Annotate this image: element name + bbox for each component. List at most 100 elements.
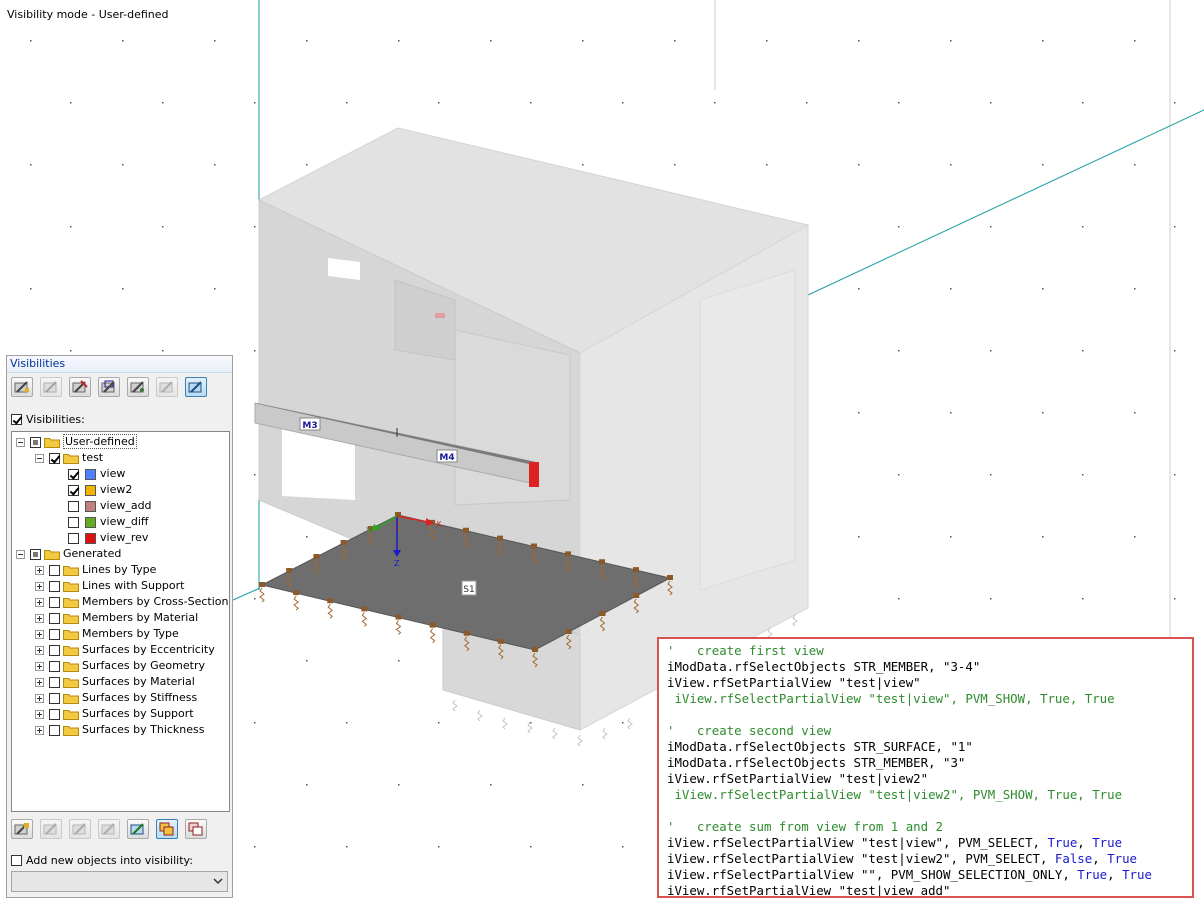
expand-icon[interactable]: [35, 582, 44, 591]
tree-item-checkbox[interactable]: [68, 517, 79, 528]
grid-dot: [858, 536, 860, 538]
tree-item-view-rev[interactable]: view_rev: [54, 530, 148, 546]
tree-item-checkbox[interactable]: [49, 581, 60, 592]
folder-icon: [63, 661, 79, 672]
add-new-objects-row[interactable]: Add new objects into visibility:: [11, 853, 193, 867]
expand-icon[interactable]: [35, 726, 44, 735]
grid-dot: [122, 288, 124, 290]
tree-item-test[interactable]: test: [35, 450, 103, 466]
top-toolbar: [7, 373, 232, 399]
tree-item-checkbox[interactable]: [49, 613, 60, 624]
code-token: iView.rfSelectPartialView "", PVM_SHOW_S…: [667, 867, 1077, 882]
tree-item-checkbox[interactable]: [68, 501, 79, 512]
filter-grid-icon: [130, 380, 146, 394]
tree-item-checkbox[interactable]: [49, 645, 60, 656]
member-label-m3[interactable]: M3: [302, 421, 317, 431]
tree-item-view2[interactable]: view2: [54, 482, 132, 498]
union-mode-button[interactable]: [156, 819, 178, 839]
tree-item-checkbox[interactable]: [49, 453, 60, 464]
expand-icon[interactable]: [35, 566, 44, 575]
collapse-icon[interactable]: [16, 438, 25, 447]
expand-icon[interactable]: [35, 630, 44, 639]
expand-icon[interactable]: [35, 662, 44, 671]
difference-mode-button[interactable]: [185, 819, 207, 839]
tree-item-checkbox[interactable]: [68, 485, 79, 496]
tree-item-surfaces-by-support[interactable]: Surfaces by Support: [35, 706, 194, 722]
tree-item-checkbox[interactable]: [49, 629, 60, 640]
remove-objects-button[interactable]: [40, 819, 62, 839]
support-node: [600, 611, 606, 616]
support-node: [361, 606, 367, 611]
grid-dot: [30, 164, 32, 166]
show-visibility-button[interactable]: [185, 377, 207, 397]
tree-item-checkbox[interactable]: [68, 469, 79, 480]
tree-item-checkbox[interactable]: [49, 725, 60, 736]
tree-item-view-add[interactable]: view_add: [54, 498, 152, 514]
expand-icon[interactable]: [35, 614, 44, 623]
grid-dot: [950, 164, 952, 166]
visibility-select[interactable]: [11, 871, 228, 892]
expand-icon[interactable]: [35, 710, 44, 719]
grid-dot: [438, 722, 440, 724]
add-new-objects-checkbox[interactable]: [11, 855, 22, 866]
tree-item-members-by-cross-section[interactable]: Members by Cross-Section: [35, 594, 228, 610]
spring-symbol: [478, 710, 482, 721]
tree-item-checkbox[interactable]: [30, 549, 41, 560]
collapse-icon[interactable]: [16, 550, 25, 559]
expand-icon[interactable]: [35, 694, 44, 703]
tree-item-lines-by-type[interactable]: Lines by Type: [35, 562, 156, 578]
remove-objects-icon: [43, 822, 59, 836]
visibilities-checkbox[interactable]: [11, 414, 22, 425]
tree-item-view-diff[interactable]: view_diff: [54, 514, 148, 530]
add-objects-button[interactable]: [11, 819, 33, 839]
filter-visibility-button[interactable]: [127, 377, 149, 397]
code-line: iView.rfSelectPartialView "test|view2", …: [667, 787, 1192, 803]
tree-item-lines-with-support[interactable]: Lines with Support: [35, 578, 184, 594]
member-label-m4[interactable]: M4: [439, 453, 454, 463]
replace-objects-button[interactable]: [69, 819, 91, 839]
tree-item-surfaces-by-stiffness[interactable]: Surfaces by Stiffness: [35, 690, 197, 706]
visibilities-toggle-row[interactable]: Visibilities:: [11, 412, 85, 426]
tree-item-checkbox[interactable]: [49, 693, 60, 704]
tree-item-label: Surfaces by Geometry: [82, 659, 205, 672]
tree-item-generated[interactable]: Generated: [16, 546, 121, 562]
delete-visibility-button[interactable]: [69, 377, 91, 397]
expand-icon[interactable]: [35, 678, 44, 687]
tree-item-checkbox[interactable]: [49, 597, 60, 608]
tree-item-view[interactable]: view: [54, 466, 125, 482]
surface-label-s1[interactable]: S1: [463, 585, 474, 595]
tree-item-checkbox[interactable]: [49, 677, 60, 688]
tree-item-label: Generated: [63, 547, 121, 560]
new-visibility-button[interactable]: [11, 377, 33, 397]
tree-item-checkbox[interactable]: [49, 565, 60, 576]
grid-dot: [490, 40, 492, 42]
clear-objects-button[interactable]: [98, 819, 120, 839]
edit-visibility-button[interactable]: [40, 377, 62, 397]
grid-dot: [162, 350, 164, 352]
copy-visibility-button[interactable]: [98, 377, 120, 397]
tree-item-surfaces-by-geometry[interactable]: Surfaces by Geometry: [35, 658, 205, 674]
clear-objects-icon: [101, 822, 117, 836]
code-line: iModData.rfSelectObjects STR_SURFACE, "1…: [667, 739, 1192, 755]
tree-item-user-defined[interactable]: User-defined: [16, 434, 137, 450]
tree-item-checkbox[interactable]: [68, 533, 79, 544]
tree-item-members-by-type[interactable]: Members by Type: [35, 626, 179, 642]
tree-item-surfaces-by-material[interactable]: Surfaces by Material: [35, 674, 195, 690]
expand-icon[interactable]: [35, 598, 44, 607]
tree-item-checkbox[interactable]: [49, 709, 60, 720]
collapse-icon[interactable]: [35, 454, 44, 463]
visibility-tree[interactable]: User-definedtestviewview2view_addview_di…: [11, 431, 230, 812]
tree-item-checkbox[interactable]: [49, 661, 60, 672]
tree-item-checkbox[interactable]: [30, 437, 41, 448]
tree-item-surfaces-by-thickness[interactable]: Surfaces by Thickness: [35, 722, 205, 738]
expand-icon[interactable]: [35, 646, 44, 655]
grid-dot: [1174, 226, 1176, 228]
tree-item-surfaces-by-eccentricity[interactable]: Surfaces by Eccentricity: [35, 642, 215, 658]
tree-item-members-by-material[interactable]: Members by Material: [35, 610, 198, 626]
grid-dot: [122, 40, 124, 42]
support-node: [464, 631, 470, 636]
settings-visibility-button[interactable]: [156, 377, 178, 397]
select-objects-button[interactable]: [127, 819, 149, 839]
spring-symbol: [260, 588, 264, 602]
code-token: iModData.rfSelectObjects STR_MEMBER, "3-…: [667, 659, 980, 674]
